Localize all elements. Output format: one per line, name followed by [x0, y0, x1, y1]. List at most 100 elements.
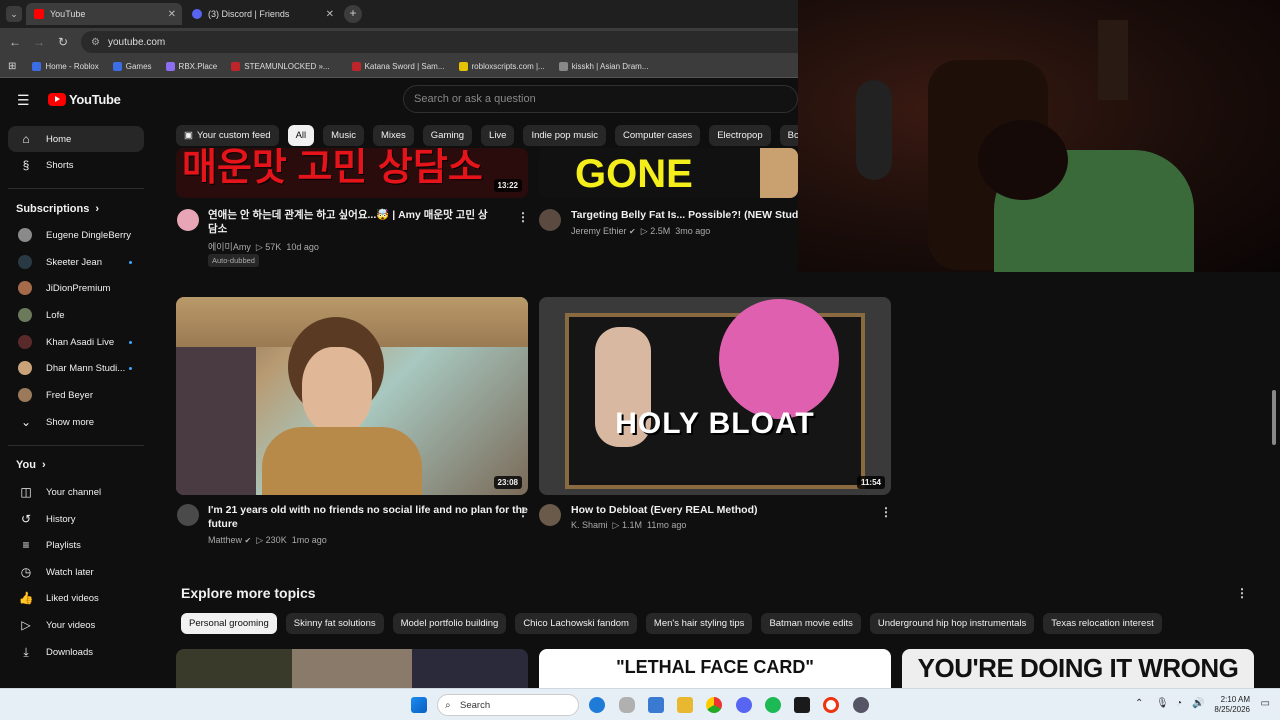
back-icon[interactable]: ←	[3, 35, 27, 49]
video-title-line2[interactable]: 담소	[208, 222, 227, 236]
video-title[interactable]: 연애는 안 하는데 관계는 하고 싶어요...🤯 | Amy 매운맛 고민 상	[208, 208, 488, 222]
close-tab-icon[interactable]: ✕	[168, 9, 176, 20]
chip-electropop[interactable]: Electropop	[709, 125, 771, 146]
settings-gear-icon[interactable]	[853, 697, 869, 713]
video-thumbnail[interactable]: HOLY BLOAT 11:54	[539, 297, 891, 495]
chip-all[interactable]: All	[287, 125, 315, 146]
channel-avatar[interactable]	[539, 209, 561, 231]
chevron-up-icon[interactable]: ⌃	[1135, 698, 1143, 709]
channel-avatar[interactable]	[539, 504, 561, 526]
file-explorer-icon[interactable]	[677, 697, 693, 713]
game-app-icon[interactable]	[794, 697, 810, 713]
sidebar-item-history[interactable]: ↺ History	[8, 506, 144, 532]
wifi-icon[interactable]: ◔	[1176, 698, 1182, 709]
sidebar-sub-item[interactable]: Skeeter Jean	[8, 249, 144, 275]
topic-thumbnail[interactable]: YOU'RE DOING IT WRONG	[902, 649, 1254, 688]
chip-indie-pop[interactable]: Indie pop music	[523, 125, 607, 146]
edge-icon[interactable]	[589, 697, 605, 713]
topic-chip[interactable]: Personal grooming	[181, 613, 277, 634]
reload-icon[interactable]: ↻	[51, 35, 75, 49]
forward-icon[interactable]: →	[27, 35, 51, 49]
chrome-icon[interactable]	[706, 697, 722, 713]
video-thumbnail[interactable]: GONE	[539, 148, 798, 198]
more-actions-icon[interactable]: ⋮	[517, 505, 529, 519]
bookmark-item[interactable]: Home - Roblox	[32, 62, 99, 71]
sidebar-sub-item[interactable]: Fred Beyer	[8, 382, 144, 408]
more-actions-icon[interactable]: ⋮	[880, 505, 892, 519]
tab-youtube[interactable]: YouTube ✕	[26, 3, 182, 25]
video-title[interactable]: How to Debloat (Every REAL Method)	[571, 503, 757, 517]
bookmark-item[interactable]: STEAMUNLOCKED »...	[231, 62, 330, 71]
video-thumbnail[interactable]: 매운맛 고민 상담소 13:22	[176, 148, 528, 198]
topic-chip[interactable]: Batman movie edits	[761, 613, 861, 634]
sidebar-sub-item[interactable]: Lofe	[8, 302, 144, 328]
sidebar-item-shorts[interactable]: § Shorts	[8, 152, 144, 178]
sidebar-item-your-channel[interactable]: ◫ Your channel	[8, 479, 144, 505]
new-tab-icon[interactable]: +	[344, 5, 362, 23]
close-tab-icon[interactable]: ✕	[326, 9, 334, 20]
sidebar-item-playlists[interactable]: ≡ Playlists	[8, 532, 144, 558]
microphone-icon[interactable]: 🎙	[1156, 698, 1169, 709]
sidebar-item-downloads[interactable]: ⤓ Downloads	[8, 639, 144, 665]
bookmark-item[interactable]: Katana Sword | Sam...	[351, 62, 445, 71]
site-info-icon[interactable]: ⚙	[91, 37, 100, 48]
you-heading[interactable]: You ›	[16, 459, 46, 471]
topic-thumbnail[interactable]: "LETHAL FACE CARD"	[539, 649, 891, 688]
show-more-button[interactable]: ⌄ Show more	[8, 409, 144, 435]
sidebar-sub-item[interactable]: Eugene DingleBerry	[8, 222, 144, 248]
search-input[interactable]: Search or ask a question	[403, 85, 798, 113]
sidebar-item-your-videos[interactable]: ▷ Your videos	[8, 612, 144, 638]
taskbar-search[interactable]: ⌕ Search	[437, 694, 579, 716]
topic-chip[interactable]: Skinny fat solutions	[285, 613, 384, 634]
chip-mixes[interactable]: Mixes	[372, 125, 414, 146]
topic-chip[interactable]: Chico Lachowski fandom	[515, 613, 637, 634]
channel-name[interactable]: Matthew	[208, 535, 242, 545]
sidebar-sub-item[interactable]: Khan Asadi Live	[8, 329, 144, 355]
topic-thumbnail[interactable]	[176, 649, 528, 688]
topic-chip[interactable]: Men's hair styling tips	[645, 613, 753, 634]
mouse-app-icon[interactable]	[619, 697, 635, 713]
subscriptions-heading[interactable]: Subscriptions ›	[16, 203, 99, 215]
scrollbar-thumb[interactable]	[1272, 390, 1276, 445]
sidebar-item-home[interactable]: ⌂ Home	[8, 126, 144, 152]
topic-chip[interactable]: Texas relocation interest	[1043, 613, 1162, 634]
video-title[interactable]: Targeting Belly Fat Is... Possible?! (NE…	[571, 208, 808, 222]
video-title-line2[interactable]: future	[208, 517, 238, 531]
apps-icon[interactable]: ⊞	[8, 61, 16, 72]
sidebar-sub-item[interactable]: Dhar Mann Studi...	[8, 355, 144, 381]
store-icon[interactable]	[648, 697, 664, 713]
more-actions-icon[interactable]: ⋮	[517, 210, 529, 224]
channel-avatar[interactable]	[177, 209, 199, 231]
spotify-icon[interactable]	[765, 697, 781, 713]
sidebar-item-watch-later[interactable]: ◷ Watch later	[8, 559, 144, 585]
tab-list-icon[interactable]: ⌄	[6, 6, 22, 22]
channel-name[interactable]: 에이미Amy	[208, 242, 251, 252]
chip-live[interactable]: Live	[481, 125, 515, 146]
channel-name[interactable]: K. Shami	[571, 520, 608, 530]
chip-computer-cases[interactable]: Computer cases	[615, 125, 701, 146]
bookmark-item[interactable]: Games	[112, 62, 152, 71]
bookmark-item[interactable]: RBX.Place	[165, 62, 217, 71]
menu-icon[interactable]: ☰	[17, 92, 30, 109]
channel-name[interactable]: Jeremy Ethier	[571, 226, 627, 236]
channel-avatar[interactable]	[177, 504, 199, 526]
topic-chip[interactable]: Model portfolio building	[392, 613, 507, 634]
discord-icon[interactable]	[736, 697, 752, 713]
sidebar-item-liked-videos[interactable]: 👍 Liked videos	[8, 585, 144, 611]
chip-music[interactable]: Music	[323, 125, 364, 146]
topic-chip[interactable]: Underground hip hop instrumentals	[869, 613, 1035, 634]
bookmark-item[interactable]: kisskh | Asian Dram...	[558, 62, 648, 71]
windows-start-icon[interactable]	[411, 697, 427, 713]
video-thumbnail[interactable]: 23:08	[176, 297, 528, 495]
system-clock[interactable]: 2:10 AM 8/25/2026	[1214, 695, 1250, 715]
youtube-logo[interactable]: YouTube	[48, 92, 121, 107]
volume-icon[interactable]: 🔊	[1192, 698, 1204, 709]
chip-custom-feed[interactable]: ▣ Your custom feed	[176, 125, 279, 146]
tab-discord[interactable]: (3) Discord | Friends ✕	[184, 3, 340, 25]
opera-icon[interactable]	[823, 697, 839, 713]
chip-gaming[interactable]: Gaming	[422, 125, 473, 146]
explore-more-icon[interactable]: ⋮	[1236, 586, 1248, 600]
sidebar-sub-item[interactable]: JiDionPremium	[8, 275, 144, 301]
bookmark-item[interactable]: robloxscripts.com |...	[458, 62, 545, 71]
video-title[interactable]: I'm 21 years old with no friends no soci…	[208, 503, 528, 517]
